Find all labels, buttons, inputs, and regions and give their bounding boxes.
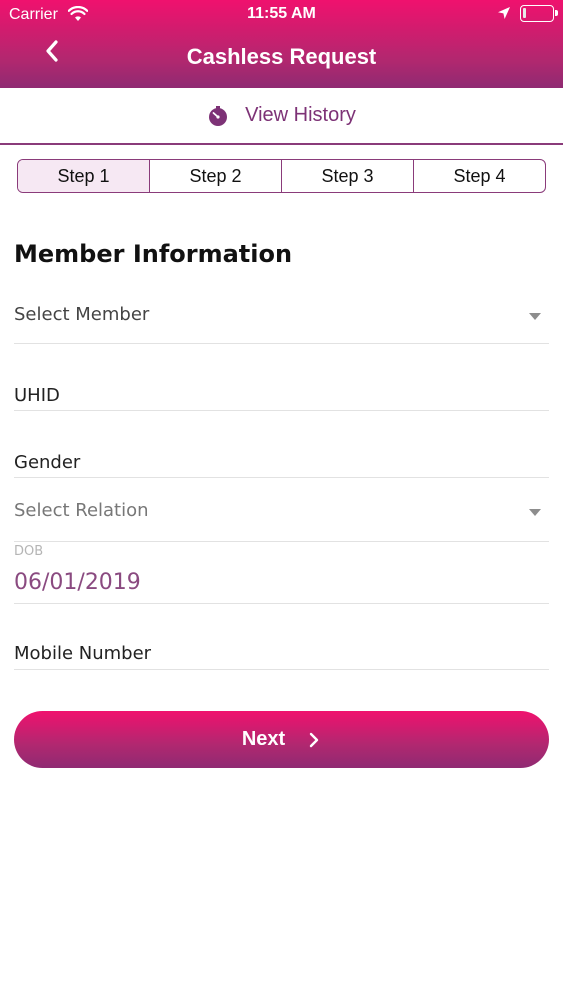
view-history-link[interactable]: View History [0, 88, 563, 145]
select-member-dropdown[interactable]: Select Member [14, 290, 549, 344]
dob-field[interactable]: DOB 06/01/2019 [14, 542, 549, 604]
next-button[interactable]: Next [14, 711, 549, 768]
mobile-number-field[interactable]: Mobile Number [14, 630, 549, 670]
chevron-right-icon [307, 731, 321, 749]
battery-icon [520, 5, 558, 22]
select-relation-dropdown[interactable]: Select Relation [14, 488, 549, 542]
select-member-placeholder: Select Member [14, 304, 150, 325]
uhid-field[interactable]: UHID [14, 370, 549, 411]
clock: 11:55 AM [247, 5, 316, 22]
mobile-number-label: Mobile Number [14, 643, 152, 664]
select-relation-placeholder: Select Relation [14, 500, 149, 521]
dob-value: 06/01/2019 [14, 570, 141, 595]
gender-field[interactable]: Gender [14, 440, 549, 478]
uhid-label: UHID [14, 385, 60, 406]
page-title: Cashless Request [186, 44, 377, 69]
tab-step-2[interactable]: Step 2 [150, 160, 282, 192]
view-history-label: View History [245, 104, 356, 126]
app-header: Carrier 11:55 AM Cashless Request [0, 0, 563, 88]
location-arrow-icon [497, 6, 511, 24]
status-bar: Carrier 11:55 AM [0, 0, 563, 30]
dob-label: DOB [14, 544, 44, 559]
dropdown-arrow-icon [529, 313, 541, 320]
dropdown-arrow-icon [529, 509, 541, 516]
tab-step-1[interactable]: Step 1 [18, 160, 150, 192]
step-tabs: Step 1 Step 2 Step 3 Step 4 [17, 159, 546, 193]
tab-step-3[interactable]: Step 3 [282, 160, 414, 192]
section-title: Member Information [14, 240, 293, 268]
gender-label: Gender [14, 452, 81, 473]
stopwatch-icon [207, 105, 229, 127]
next-button-label: Next [241, 728, 286, 750]
tab-step-4[interactable]: Step 4 [414, 160, 545, 192]
